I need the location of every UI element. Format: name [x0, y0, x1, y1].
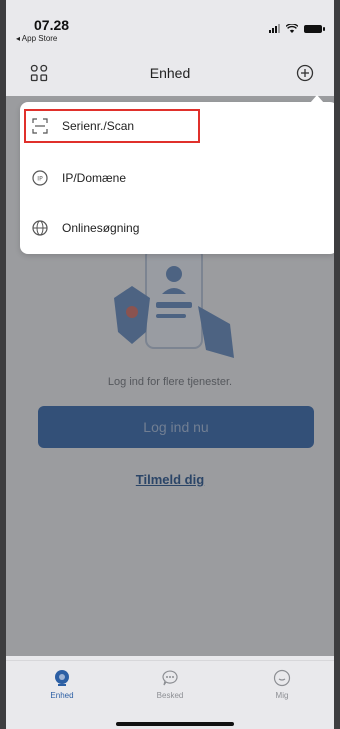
profile-tab-icon: [273, 669, 291, 687]
tab-bar: Enhed Besked Mig: [6, 660, 334, 717]
tab-messages[interactable]: Besked: [130, 669, 210, 700]
tab-label: Besked: [156, 691, 184, 700]
globe-icon: [32, 220, 48, 236]
status-time: 07.28: [34, 17, 70, 33]
highlight-box: [24, 109, 200, 143]
wifi-icon: [286, 24, 298, 33]
page-title: Enhed: [149, 65, 191, 81]
status-bar: 07.28 ◂ App Store: [6, 0, 334, 46]
status-icons: [269, 24, 325, 33]
home-indicator: [116, 722, 234, 726]
add-circle-icon[interactable]: [296, 64, 314, 82]
svg-text:IP: IP: [37, 176, 43, 183]
tab-device[interactable]: Enhed: [22, 669, 102, 700]
ip-icon: IP: [32, 170, 48, 186]
battery-icon: [304, 24, 325, 33]
device-tab-icon: [55, 670, 69, 686]
nav-bar: Enhed: [6, 56, 334, 90]
menu-item-ip-domain[interactable]: IP IP/Domæne: [20, 160, 334, 196]
message-tab-icon: [162, 670, 178, 686]
add-device-menu: Serienr./Scan IP IP/Domæne Onlinesøgning: [20, 95, 334, 254]
menu-item-label: Onlinesøgning: [62, 221, 140, 235]
signal-icon: [269, 24, 280, 33]
menu-item-online-search[interactable]: Onlinesøgning: [20, 210, 334, 246]
back-to-app-store[interactable]: ◂ App Store: [16, 34, 57, 43]
tab-label: Enhed: [50, 691, 74, 700]
tab-label: Mig: [275, 691, 289, 700]
phone-screen: 07.28 ◂ App Store Enhed Log ind for fler…: [6, 0, 334, 729]
menu-item-label: IP/Domæne: [62, 171, 127, 185]
tab-me[interactable]: Mig: [242, 669, 322, 700]
